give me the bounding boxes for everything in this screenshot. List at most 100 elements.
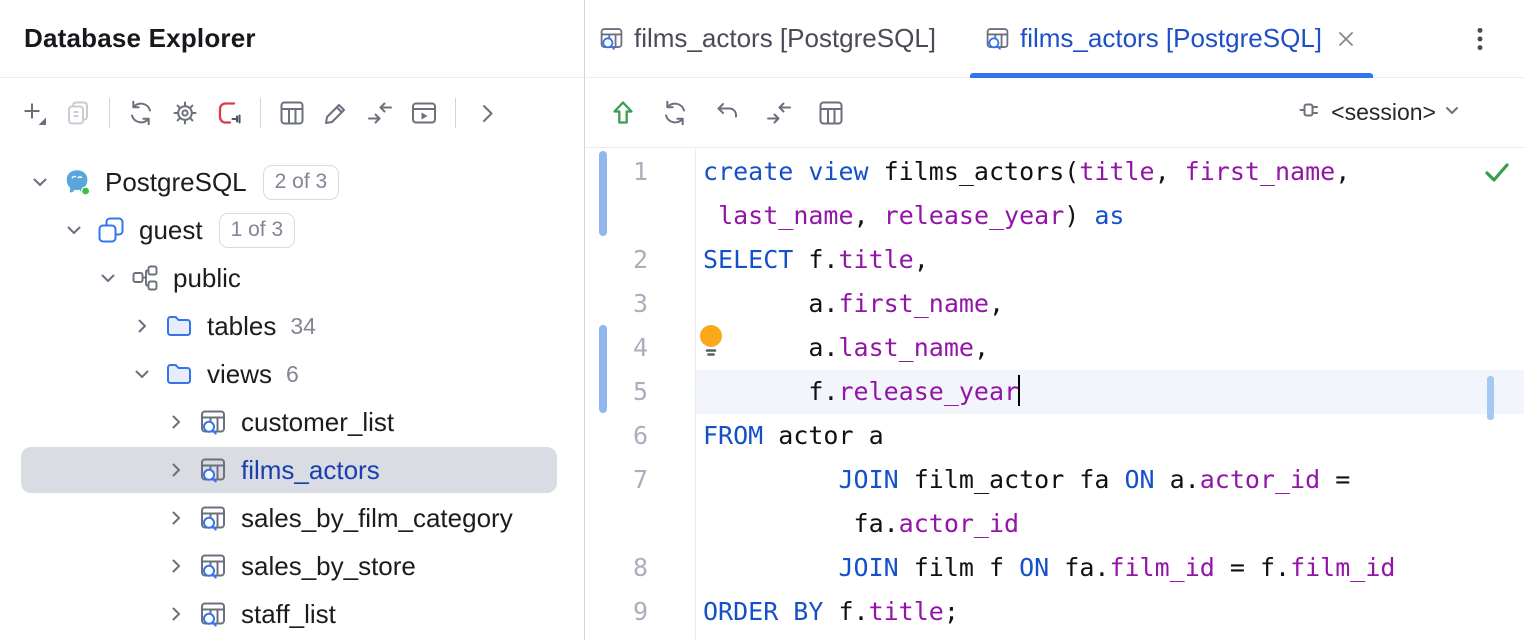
settings-button[interactable] [163, 91, 207, 135]
copy-button[interactable] [56, 91, 100, 135]
tree-item-label: guest [139, 215, 203, 246]
view-icon [198, 503, 228, 533]
tab-films-actors-inactive[interactable]: films_actors [PostgreSQL] [586, 0, 948, 77]
chevron-down-icon[interactable] [28, 170, 52, 194]
code-text[interactable]: a.last_name, [695, 326, 1524, 370]
gutter-separator [695, 149, 696, 640]
console-button[interactable] [402, 91, 446, 135]
tab-label: films_actors [PostgreSQL] [634, 23, 936, 54]
code-line-1-wrap: last_name, release_year) as [586, 194, 1524, 238]
code-text[interactable]: a.first_name, [695, 282, 1524, 326]
scrollbar-change-marker[interactable] [1487, 376, 1494, 420]
code-line-4: 4 a.last_name, [586, 326, 1524, 370]
rollback-button[interactable] [708, 94, 746, 132]
inspections-ok-check-icon[interactable] [1482, 157, 1512, 187]
table-button[interactable] [812, 94, 850, 132]
table-button[interactable] [270, 91, 314, 135]
code-text[interactable]: fa.actor_id [695, 502, 1524, 546]
code-line-2: 2SELECT f.title, [586, 238, 1524, 282]
close-tab-icon[interactable] [1333, 26, 1359, 52]
code-text[interactable]: SELECT f.title, [695, 238, 1524, 282]
chevron-down-icon[interactable] [130, 362, 154, 386]
explorer-toolbar [0, 78, 584, 148]
more-button[interactable] [465, 91, 509, 135]
tree-item-staff-list[interactable]: staff_list [0, 590, 584, 638]
tree-item-label: films_actors [241, 455, 380, 486]
chevron-right-icon[interactable] [164, 554, 188, 578]
code-line-7-wrap: fa.actor_id [586, 502, 1524, 546]
line-number: 7 [586, 458, 695, 502]
tree-item-label: tables [207, 311, 276, 342]
refresh-button[interactable] [656, 94, 694, 132]
tree-item-customer-list[interactable]: customer_list [0, 398, 584, 446]
tree-item-label: sales_by_film_category [241, 503, 513, 534]
database-tree: PostgreSQL2 of 3guest1 of 3publictables3… [0, 148, 584, 638]
code-text[interactable]: last_name, release_year) as [695, 194, 1524, 238]
chevron-down-icon[interactable] [62, 218, 86, 242]
session-selector[interactable]: <session> [1297, 95, 1506, 130]
item-count: 6 [286, 361, 299, 388]
line-number: 2 [586, 238, 695, 282]
plug-icon [1297, 95, 1327, 130]
code-text[interactable]: JOIN film f ON fa.film_id = f.film_id [695, 546, 1524, 590]
panel-title: Database Explorer [24, 23, 256, 54]
schema-icon [130, 263, 160, 293]
tree-item-views[interactable]: views6 [0, 350, 584, 398]
tree-item-guest[interactable]: guest1 of 3 [0, 206, 584, 254]
chevron-down-icon[interactable] [96, 266, 120, 290]
chevron-right-icon[interactable] [164, 458, 188, 482]
disconnect-button[interactable] [207, 91, 251, 135]
chevron-right-icon[interactable] [164, 602, 188, 626]
line-number: 6 [586, 414, 695, 458]
change-marker [599, 325, 607, 413]
database-icon [96, 215, 126, 245]
code-text[interactable]: FROM actor a [695, 414, 1524, 458]
console-toolbar: <session> [586, 78, 1524, 148]
add-button[interactable] [12, 91, 56, 135]
postgres-icon [62, 167, 92, 197]
view-icon [198, 551, 228, 581]
code-text[interactable]: create view films_actors(title, first_na… [695, 150, 1524, 194]
submit-button[interactable] [604, 94, 642, 132]
line-number: 8 [586, 546, 695, 590]
chevron-right-icon[interactable] [130, 314, 154, 338]
code-line-8: 8 JOIN film f ON fa.film_id = f.film_id [586, 546, 1524, 590]
line-number [586, 502, 695, 546]
chevron-down-icon [1440, 98, 1464, 127]
jump-button[interactable] [760, 94, 798, 132]
folder-icon [164, 311, 194, 341]
tree-item-sales-by-film-category[interactable]: sales_by_film_category [0, 494, 584, 542]
chevron-right-icon[interactable] [164, 410, 188, 434]
view-icon [198, 407, 228, 437]
refresh-button[interactable] [119, 91, 163, 135]
code-line-7: 7 JOIN film_actor fa ON a.actor_id = [586, 458, 1524, 502]
code-line-3: 3 a.first_name, [586, 282, 1524, 326]
toolbar-divider [260, 98, 261, 128]
chevron-right-icon[interactable] [164, 506, 188, 530]
tree-item-sales-by-store[interactable]: sales_by_store [0, 542, 584, 590]
editor-panel: films_actors [PostgreSQL] films_actors [… [586, 0, 1524, 640]
code-text[interactable]: JOIN film_actor fa ON a.actor_id = [695, 458, 1524, 502]
edit-button[interactable] [314, 91, 358, 135]
view-icon [984, 25, 1011, 52]
code-text[interactable]: ORDER BY f.title; [695, 590, 1524, 634]
tree-item-tables[interactable]: tables34 [0, 302, 584, 350]
tree-item-label: customer_list [241, 407, 394, 438]
intention-bulb-icon[interactable] [698, 324, 724, 360]
jump-button[interactable] [358, 91, 402, 135]
database-explorer-panel: Database Explorer PostgreSQL2 of 3guest1… [0, 0, 585, 640]
kebab-menu-icon[interactable] [1458, 17, 1502, 61]
line-number: 3 [586, 282, 695, 326]
tree-item-films-actors[interactable]: films_actors [0, 446, 584, 494]
app-window: Database Explorer PostgreSQL2 of 3guest1… [0, 0, 1524, 640]
code-area: 1create view films_actors(title, first_n… [586, 150, 1524, 634]
tree-item-postgresql[interactable]: PostgreSQL2 of 3 [0, 158, 584, 206]
view-icon [598, 25, 625, 52]
tree-item-public[interactable]: public [0, 254, 584, 302]
code-text[interactable]: f.release_year [695, 370, 1524, 414]
change-marker [599, 151, 607, 236]
session-label: <session> [1331, 99, 1436, 126]
tab-films-actors-active[interactable]: films_actors [PostgreSQL] [970, 0, 1373, 77]
code-editor[interactable]: 1create view films_actors(title, first_n… [586, 149, 1524, 640]
code-line-9: 9ORDER BY f.title; [586, 590, 1524, 634]
